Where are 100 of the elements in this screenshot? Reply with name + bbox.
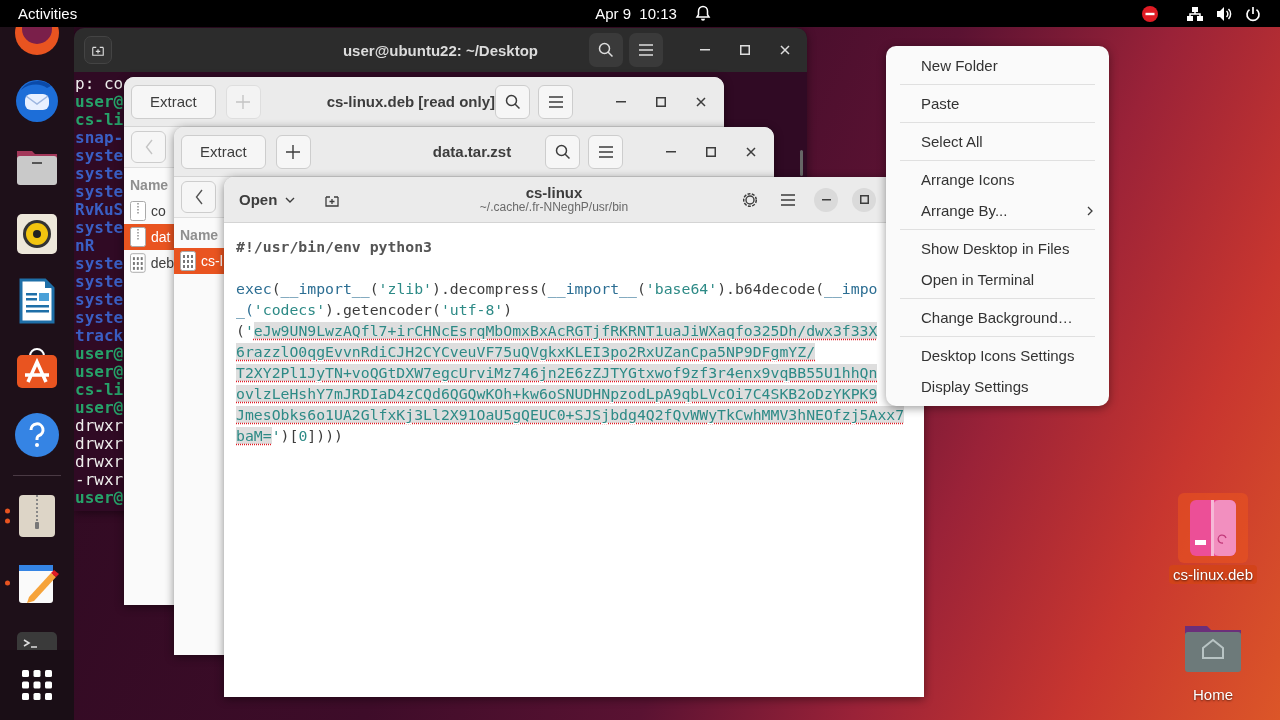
chevron-right-icon — [1087, 205, 1093, 216]
search-icon — [554, 143, 571, 160]
search-button[interactable] — [495, 84, 530, 119]
terminal-line: syste — [75, 255, 124, 273]
icon-label[interactable]: cs-linux.deb — [1168, 565, 1257, 584]
menu-icon — [781, 193, 795, 206]
terminal-line: drwxr — [75, 453, 124, 471]
back-button[interactable] — [181, 181, 216, 213]
network-icon[interactable] — [1186, 5, 1204, 22]
power-icon[interactable] — [1245, 5, 1261, 22]
terminal-line: nR — [75, 237, 95, 255]
file-path: ~/.cache/.fr-NNeghP/usr/bin — [479, 201, 629, 215]
close-icon — [780, 45, 790, 55]
close-icon — [696, 96, 706, 107]
file-row[interactable]: deb — [124, 250, 174, 276]
terminal-line: syste — [75, 165, 124, 183]
code-line: baM=')[0]))) — [236, 426, 343, 446]
gear-icon — [741, 190, 759, 209]
minimize-button[interactable] — [814, 187, 838, 212]
menu-item[interactable]: Desktop Icons Settings — [921, 347, 1075, 364]
terminal-line: syste — [75, 291, 124, 309]
terminal-line: syste — [75, 183, 124, 201]
open-button[interactable]: Open — [232, 185, 303, 214]
file-row[interactable]: cs-l — [174, 248, 224, 274]
menu-item[interactable]: Open in Terminal — [921, 271, 1035, 288]
terminal-line: drwxr — [75, 417, 124, 435]
code-line: _('codecs').getencoder('utf-8') — [236, 300, 513, 320]
extract-button[interactable]: Extract — [181, 134, 266, 169]
terminal-line: snap- — [75, 129, 124, 147]
menu-button[interactable] — [629, 33, 663, 67]
window-title: data.tar.zst — [432, 143, 512, 160]
caret-icon — [285, 196, 296, 203]
terminal-line: RvKuS — [75, 201, 124, 219]
extract-button[interactable]: Extract — [131, 84, 216, 119]
search-button[interactable] — [589, 33, 623, 67]
binary-file-icon — [130, 253, 146, 273]
terminal-line: user@ — [75, 345, 124, 363]
minimize-icon — [616, 100, 626, 103]
icon-label[interactable]: Home — [1189, 685, 1237, 704]
zip-file-icon — [130, 227, 146, 247]
volume-icon[interactable] — [1216, 5, 1233, 22]
terminal-line: track — [75, 327, 124, 345]
terminal-line: syste — [75, 147, 124, 165]
icon-highlight[interactable] — [1178, 493, 1248, 563]
menu-icon — [598, 145, 613, 158]
terminal-line: syste — [75, 309, 124, 327]
plus-icon — [286, 144, 301, 159]
maximize-button[interactable] — [852, 187, 876, 212]
terminal-line: user@ — [75, 399, 124, 417]
terminal-line: syste — [75, 219, 124, 237]
maximize-icon — [706, 146, 716, 157]
menu-button[interactable] — [588, 134, 623, 169]
menu-item[interactable]: New Folder — [921, 57, 998, 74]
activities-button[interactable]: Activities — [10, 3, 86, 24]
search-button[interactable] — [545, 134, 580, 169]
chevron-left-icon — [144, 139, 153, 155]
menu-item[interactable]: Select All — [921, 133, 983, 150]
menu-item[interactable]: Change Background… — [921, 309, 1073, 326]
maximize-icon — [859, 195, 869, 204]
menu-button[interactable] — [538, 84, 573, 119]
minimize-icon — [700, 49, 710, 51]
window-title: cs-linux — [525, 184, 583, 202]
terminal-line: user@ — [75, 489, 124, 507]
file-row[interactable]: co — [124, 198, 174, 224]
bell-icon — [694, 5, 711, 22]
grid-icon — [21, 669, 53, 701]
minus-circle-icon[interactable] — [1142, 5, 1158, 22]
code-line: exec(__import__('zlib').decompress(__import__('base64').b64decode(__impo — [236, 279, 878, 299]
clock[interactable]: Apr 9 10:13 — [595, 5, 677, 22]
terminal-line: syste — [75, 273, 124, 291]
maximize-icon — [656, 96, 666, 107]
help-icon[interactable] — [13, 410, 61, 459]
new-tab-button[interactable] — [84, 36, 112, 64]
plus-icon — [236, 94, 251, 109]
code-line: #!/usr/bin/env python3 — [236, 237, 432, 257]
minimize-icon — [821, 198, 831, 201]
zip-file-icon — [130, 201, 146, 221]
file-row[interactable]: dat — [124, 224, 174, 250]
chevron-left-icon — [194, 189, 203, 205]
terminal-line: user@ — [75, 363, 124, 381]
terminal-line: cs-li — [75, 111, 124, 129]
close-icon — [746, 146, 756, 157]
maximize-icon — [740, 45, 750, 55]
menu-item[interactable]: Display Settings — [921, 378, 1029, 395]
terminal-line: cs-li — [75, 381, 124, 399]
binary-file-icon — [180, 251, 196, 271]
package-icon[interactable] — [1189, 499, 1237, 557]
menu-icon — [639, 44, 653, 56]
terminal-line: p: co — [75, 75, 124, 93]
menu-item[interactable]: Paste — [921, 95, 960, 112]
menu-item[interactable]: Arrange Icons — [921, 171, 1015, 188]
menu-item[interactable]: Arrange By... — [921, 202, 1008, 219]
terminal-line: drwxr — [75, 435, 124, 453]
menu-item[interactable]: Show Desktop in Files — [921, 240, 1070, 257]
window-title: cs-linux.deb [read only] — [326, 93, 495, 110]
search-icon — [598, 42, 614, 58]
menu-icon — [548, 95, 563, 108]
search-icon — [504, 93, 521, 110]
scrollbar[interactable] — [800, 150, 803, 176]
add-button[interactable] — [275, 134, 311, 169]
